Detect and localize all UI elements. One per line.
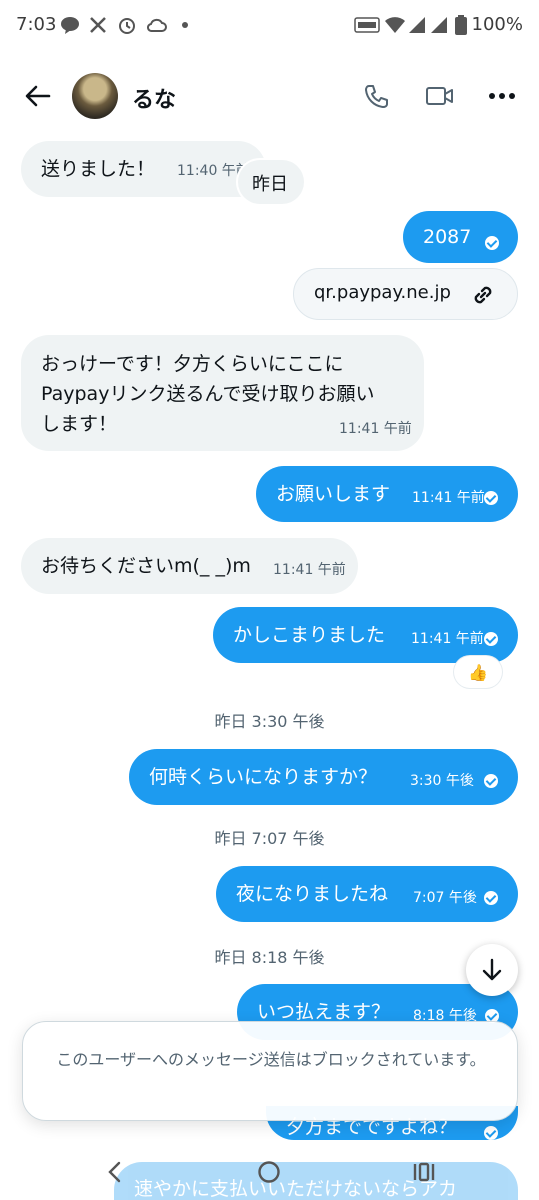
signal-icon-2 [430, 14, 448, 36]
nav-back-icon [108, 1161, 121, 1183]
nav-recents-icon [413, 1162, 435, 1182]
conversation-header: るな [0, 60, 539, 132]
link-icon [474, 286, 492, 304]
time-divider: 昨日 3:30 午後 [214, 712, 325, 731]
reaction-badge[interactable]: 👍 [454, 656, 502, 688]
message-received[interactable]: 送りました！ 11:40 午前 [21, 141, 266, 197]
message-timestamp: 3:30 午後 [410, 773, 474, 789]
link-text: qr.paypay.ne.jp [314, 282, 451, 303]
sent-check-icon [485, 236, 499, 250]
date-chip: 昨日 [238, 160, 304, 204]
date-chip-label: 昨日 [252, 174, 288, 195]
line-icon [60, 14, 80, 36]
dot-icon [180, 14, 190, 36]
scroll-to-bottom-button[interactable] [466, 944, 518, 996]
cloud-icon [146, 14, 168, 36]
arrow-left-icon [25, 85, 51, 107]
message-received[interactable]: お待ちくださいm(_ _)m 11:41 午前 [21, 538, 358, 594]
back-button[interactable] [20, 78, 56, 114]
message-timestamp: 11:41 午前 [339, 421, 412, 437]
blocked-notice: このユーザーへのメッセージ送信はブロックされています。 [22, 1021, 518, 1121]
message-sent[interactable]: お願いします 11:41 午前 [256, 466, 518, 522]
nav-back-button[interactable] [94, 1154, 134, 1190]
battery-percent: 100% [471, 14, 523, 35]
battery-icon [454, 14, 468, 36]
nav-home-button[interactable] [249, 1154, 289, 1190]
wifi-icon [384, 14, 406, 36]
arrow-down-icon [482, 958, 502, 981]
video-call-button[interactable] [420, 76, 460, 116]
avatar[interactable] [72, 73, 118, 119]
message-text-line: おっけーです！夕方くらいにここに [41, 353, 344, 375]
signal-icon [408, 14, 426, 36]
message-timestamp: 11:41 午前 [273, 562, 346, 578]
message-received[interactable]: おっけーです！夕方くらいにここに Paypayリンク送るんで受け取りお願い しま… [21, 335, 424, 451]
sent-check-icon [484, 491, 498, 505]
message-text: かしこまりました [233, 624, 386, 646]
phone-icon [365, 85, 388, 108]
message-text-line: Paypayリンク送るんで受け取りお願い [41, 383, 375, 405]
sent-check-icon [484, 774, 498, 788]
message-timestamp: 11:41 午前 [411, 631, 484, 647]
time-divider: 昨日 7:07 午後 [214, 829, 325, 848]
sent-check-icon [484, 891, 498, 905]
thumbs-up-icon: 👍 [468, 662, 488, 682]
blocked-notice-text: このユーザーへのメッセージ送信はブロックされています。 [56, 1050, 486, 1069]
message-sent[interactable]: かしこまりました 11:41 午前 [213, 607, 518, 663]
volte-icon [354, 14, 380, 36]
message-sent[interactable]: 夜になりましたね 7:07 午後 [216, 866, 518, 922]
more-button[interactable] [482, 76, 522, 116]
call-button[interactable] [356, 76, 396, 116]
alarm-icon [116, 14, 138, 36]
message-text: 何時くらいになりますか？ [149, 766, 378, 788]
nav-recents-button[interactable] [404, 1154, 444, 1190]
message-sent[interactable]: 2087 [403, 211, 518, 263]
video-icon [426, 87, 453, 105]
sent-check-icon [484, 632, 498, 646]
message-timestamp: 7:07 午後 [413, 890, 477, 906]
link-preview[interactable]: qr.paypay.ne.jp [293, 268, 518, 320]
status-bar: 7:03 100% [0, 0, 539, 52]
nav-home-icon [258, 1161, 280, 1183]
message-sent[interactable]: 何時くらいになりますか？ 3:30 午後 [129, 749, 518, 805]
message-timestamp: 11:41 午前 [412, 490, 485, 506]
more-icon [489, 93, 515, 99]
message-text: お待ちくださいm(_ _)m [41, 555, 251, 577]
message-text: 2087 [423, 226, 472, 248]
message-text: お願いします [276, 483, 391, 505]
message-text-line: します！ [41, 413, 118, 435]
status-time: 7:03 [16, 14, 57, 35]
contact-name[interactable]: るな [132, 82, 176, 114]
message-text: 送りました！ [41, 158, 156, 180]
system-nav-bar [0, 1140, 539, 1200]
message-text: 夜になりましたね [236, 883, 389, 905]
sent-check-icon [484, 1126, 498, 1140]
time-divider: 昨日 8:18 午後 [214, 948, 325, 967]
x-icon [88, 14, 108, 36]
